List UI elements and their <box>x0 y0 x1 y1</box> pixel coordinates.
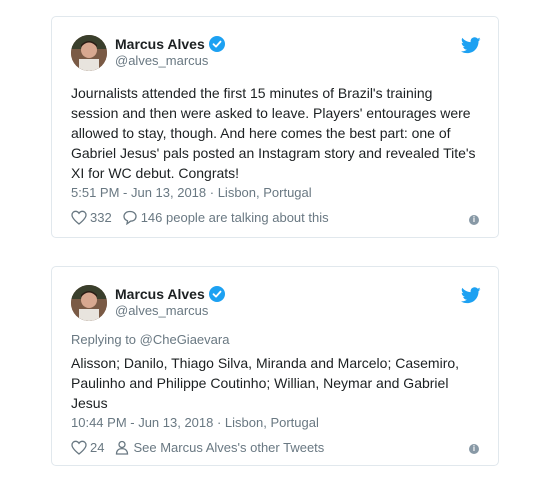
avatar-photo <box>71 35 107 71</box>
tweet-text: Alisson; Danilo, Thiago Silva, Miranda a… <box>71 355 460 411</box>
replying-to[interactable]: Replying to @CheGiaevara <box>71 332 229 347</box>
tweet-timestamp-location[interactable]: 10:44 PM - Jun 13, 2018 · Lisbon, Portug… <box>71 415 319 430</box>
info-icon[interactable]: i <box>469 215 479 225</box>
like-button[interactable]: 24 <box>71 440 104 455</box>
comment-icon <box>123 210 137 225</box>
tweet-timestamp-location[interactable]: 5:51 PM - Jun 13, 2018 · Lisbon, Portuga… <box>71 185 312 200</box>
author-name[interactable]: Marcus Alves <box>115 286 205 302</box>
like-button[interactable]: 332 <box>71 210 112 225</box>
like-count: 332 <box>90 210 112 225</box>
author-handle[interactable]: @alves_marcus <box>115 53 208 68</box>
avatar[interactable] <box>71 285 107 321</box>
author-handle[interactable]: @alves_marcus <box>115 303 208 318</box>
person-icon <box>116 440 129 455</box>
like-count: 24 <box>90 440 105 455</box>
tweet-card[interactable]: Marcus Alves @alves_marcus Journalists a… <box>51 16 499 238</box>
avatar-photo <box>71 285 107 321</box>
info-icon[interactable]: i <box>469 444 479 454</box>
heart-icon <box>71 440 87 455</box>
conversation-label: 146 people are talking about this <box>140 210 329 225</box>
tweet-card[interactable]: Marcus Alves @alves_marcus Replying to @… <box>51 266 499 466</box>
other-tweets-label: See Marcus Alves's other Tweets <box>133 440 325 455</box>
verified-icon <box>208 286 225 302</box>
conversation-button[interactable]: 146 people are talking about this <box>122 210 329 225</box>
author-name[interactable]: Marcus Alves <box>115 36 205 52</box>
twitter-bird-icon[interactable] <box>461 37 481 54</box>
heart-icon <box>71 210 87 225</box>
verified-icon <box>208 36 225 52</box>
other-tweets-link[interactable]: See Marcus Alves's other Tweets <box>114 440 324 455</box>
tweet-text: Journalists attended the first 15 minute… <box>71 85 476 181</box>
twitter-bird-icon[interactable] <box>461 287 481 304</box>
avatar[interactable] <box>71 35 107 71</box>
